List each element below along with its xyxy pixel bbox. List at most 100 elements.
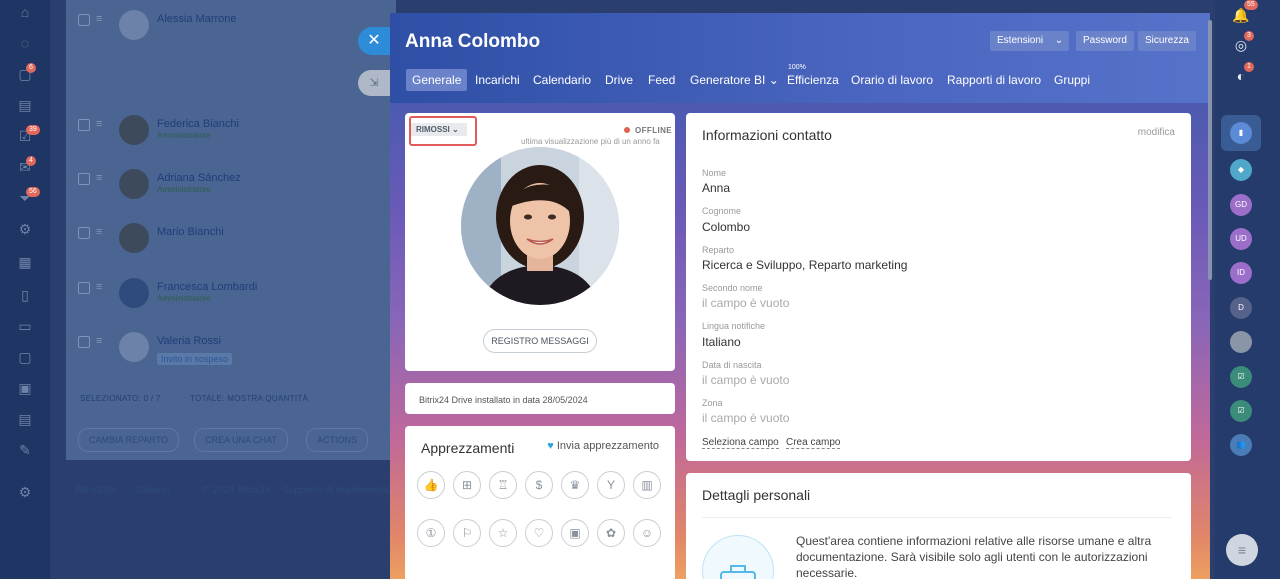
flower-icon[interactable]: ✿ [597,519,625,547]
money-bag-icon[interactable]: $ [525,471,553,499]
tab-groups[interactable]: Gruppi [1054,73,1090,87]
employee-role: Amministratore [157,294,211,303]
employee-name[interactable]: Valeria Rossi [157,335,221,347]
sites-icon[interactable]: ▢ [17,349,33,365]
profile-photo-image [461,147,619,305]
close-slider-button[interactable]: ✕ [358,27,390,55]
user-avatar-ud[interactable]: UD [1230,228,1252,250]
tab-feed[interactable]: Feed [648,73,675,87]
chat-badge: 1 [1244,62,1254,72]
scrollbar[interactable] [1208,20,1212,280]
row-checkbox[interactable] [78,14,90,26]
employee-list: ≡ Alessia Marrone ≡ Federica Bianchi Amm… [66,0,396,460]
menu-icon[interactable]: ≡ [1226,534,1258,566]
minimize-slider-button[interactable]: ⇲ [358,70,390,96]
user-avatar-photo[interactable] [1230,331,1252,353]
messenger-icon[interactable]: ◆ [1230,159,1252,181]
tab-calendar[interactable]: Calendario [533,73,591,87]
edit-icon[interactable]: ✎ [17,442,33,458]
file-icon[interactable]: ▯ [17,287,33,303]
settings-icon[interactable]: ⚙ [17,221,33,237]
heart-icon: ♥ [547,440,554,452]
user-avatar-id[interactable]: ID [1230,262,1252,284]
actions-button[interactable]: ACTIONS [306,428,369,452]
row-menu-icon[interactable]: ≡ [96,14,106,25]
bookmark-icon: ▮ [1230,122,1252,144]
tab-bi-builder[interactable]: Generatore BI ⌄ [690,73,779,87]
row-menu-icon[interactable]: ≡ [96,173,106,184]
home-icon[interactable]: ⌂ [17,4,33,20]
profile-photo[interactable] [461,147,619,305]
gift-icon[interactable]: ⊞ [453,471,481,499]
group-icon[interactable]: 👥 [1230,434,1252,456]
extensions-button[interactable]: Estensioni ⌄ [990,31,1070,51]
row-menu-icon[interactable]: ≡ [96,336,106,347]
change-department-button[interactable]: CAMBIA REPARTO [78,428,180,452]
select-field-link[interactable]: Seleziona campo [702,437,779,449]
tab-general[interactable]: Generale [406,69,468,91]
mail-badge: 4 [26,156,36,166]
notifications-badge: 55 [1244,0,1258,10]
row-checkbox[interactable] [78,119,90,131]
thumbs-up-icon[interactable]: 👍 [417,471,445,499]
message-log-button[interactable]: REGISTRO MESSAGGI [483,329,597,353]
employee-name[interactable]: Federica Bianchi [157,118,239,130]
tab-drive[interactable]: Drive [605,73,633,87]
row-checkbox[interactable] [78,336,90,348]
row-menu-icon[interactable]: ≡ [96,282,106,293]
tab-tasks[interactable]: Incarichi [475,73,520,87]
efficiency-badge: 100% [788,64,806,71]
create-field-link[interactable]: Crea campo [786,437,841,449]
online-status: OFFLINE [635,126,673,135]
user-avatar-d[interactable]: D [1230,297,1252,319]
employee-name[interactable]: Alessia Marrone [157,13,236,25]
footer-language[interactable]: Italiano [137,485,169,496]
contact-info-card: Informazioni contatto modifica Nome Anna… [686,113,1191,461]
employee-name[interactable]: Mario Bianchi [157,226,224,238]
heart-outline-icon[interactable]: ♡ [525,519,553,547]
tab-efficiency[interactable]: Efficienza [787,73,839,87]
row-checkbox[interactable] [78,173,90,185]
gear-icon[interactable]: ⚙ [17,484,33,500]
department-value: Ricerca e Sviluppo, Reparto marketing [702,258,908,272]
drive-info: Bitrix24 Drive installato in data 28/05/… [419,395,588,405]
document-icon[interactable]: ▤ [17,97,33,113]
security-button[interactable]: Sicurezza [1138,31,1196,51]
row-menu-icon[interactable]: ≡ [96,227,106,238]
crown-icon[interactable]: ♛ [561,471,589,499]
user-avatar-gd[interactable]: GD [1230,194,1252,216]
extensions-label: Estensioni [997,35,1044,46]
feed-icon[interactable]: ◌ [17,35,33,51]
smile-icon[interactable]: ☺ [633,519,661,547]
schedule-icon[interactable]: ▤ [17,411,33,427]
password-button[interactable]: Password [1076,31,1134,51]
employee-name[interactable]: Francesca Lombardi [157,281,257,293]
edit-contact-link[interactable]: modifica [1138,127,1175,138]
flag-icon[interactable]: ⚐ [453,519,481,547]
number-one-icon[interactable]: ① [417,519,445,547]
create-chat-button[interactable]: CREA UNA CHAT [194,428,288,452]
star-icon[interactable]: ☆ [489,519,517,547]
task-icon[interactable]: ☑ [1230,400,1252,422]
total-count[interactable]: TOTALE: MOSTRA QUANTITÀ [190,394,308,403]
row-checkbox[interactable] [78,227,90,239]
send-appreciation-link[interactable]: ♥ Invia apprezzamento [547,440,659,452]
row-checkbox[interactable] [78,282,90,294]
middle-name-value: il campo è vuoto [702,296,790,310]
beer-icon[interactable]: ▣ [561,519,589,547]
calendar-icon[interactable]: ▦ [17,254,33,270]
trophy-icon[interactable]: ♖ [489,471,517,499]
appreciations-card: Apprezzamenti ♥ Invia apprezzamento 👍 ⊞ … [405,426,675,579]
field-label: Zona [702,398,723,408]
cocktail-icon[interactable]: Y [597,471,625,499]
employee-name[interactable]: Adriana Sánchez [157,172,241,184]
status-badge[interactable]: RIMOSSI ⌄ [411,123,467,136]
task-icon[interactable]: ☑ [1230,366,1252,388]
tab-work-reports[interactable]: Rapporti di lavoro [947,73,1041,87]
row-menu-icon[interactable]: ≡ [96,119,106,130]
tab-work-hours[interactable]: Orario di lavoro [851,73,933,87]
storage-icon[interactable]: ▭ [17,318,33,334]
monitor-icon[interactable]: ▣ [17,380,33,396]
cake-icon[interactable]: ▥ [633,471,661,499]
first-name-value: Anna [702,181,731,195]
